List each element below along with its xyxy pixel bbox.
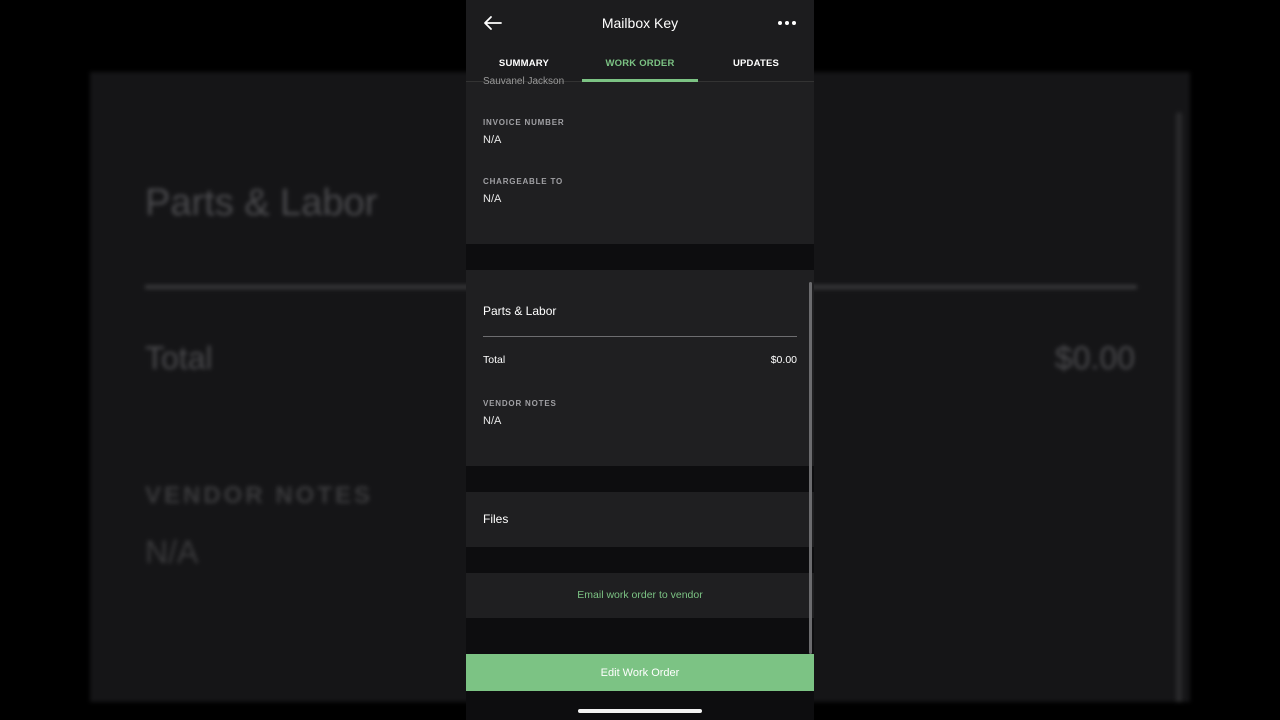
invoice-number-label: INVOICE NUMBER — [483, 118, 565, 127]
edit-work-order-button[interactable]: Edit Work Order — [466, 654, 814, 691]
total-label: Total — [483, 354, 506, 366]
more-horizontal-icon[interactable] — [776, 14, 798, 32]
arrow-left-icon[interactable] — [482, 14, 504, 32]
tab-updates[interactable]: UPDATES — [698, 46, 814, 81]
details-card: Sauvanel Jackson INVOICE NUMBER N/A CHAR… — [466, 76, 814, 244]
bg-total-amount: $0.00 — [1054, 340, 1135, 376]
bg-total-label: Total — [145, 340, 213, 376]
scrollbar[interactable] — [809, 282, 812, 654]
bg-parts-title: Parts & Labor — [145, 182, 378, 224]
parts-labor-title: Parts & Labor — [483, 304, 557, 318]
bg-scrollbar — [1176, 112, 1182, 702]
vendor-notes-label: VENDOR NOTES — [483, 399, 557, 408]
email-vendor-link[interactable]: Email work order to vendor — [466, 589, 814, 601]
bg-notes-label: VENDOR NOTES — [145, 482, 374, 509]
invoice-number-value: N/A — [483, 134, 502, 146]
home-indicator — [578, 709, 702, 713]
total-amount: $0.00 — [770, 354, 797, 366]
chargeable-to-value: N/A — [483, 193, 502, 205]
cut-off-text: Sauvanel Jackson — [483, 76, 565, 87]
vendor-notes-value: N/A — [483, 415, 502, 427]
files-card[interactable]: Files — [466, 492, 814, 547]
parts-labor-card: Parts & Labor Total $0.00 VENDOR NOTES N… — [466, 270, 814, 466]
email-vendor-card[interactable]: Email work order to vendor — [466, 573, 814, 618]
chargeable-to-label: CHARGEABLE TO — [483, 177, 564, 186]
tab-work-order[interactable]: WORK ORDER — [582, 46, 698, 82]
top-bar: Mailbox Key — [466, 0, 814, 46]
phone-screen: Mailbox Key SUMMARY WORK ORDER UPDATES S… — [466, 0, 814, 720]
divider — [483, 336, 797, 337]
page-title: Mailbox Key — [601, 15, 679, 31]
files-title: Files — [483, 512, 509, 526]
bg-notes-value: N/A — [145, 534, 199, 570]
